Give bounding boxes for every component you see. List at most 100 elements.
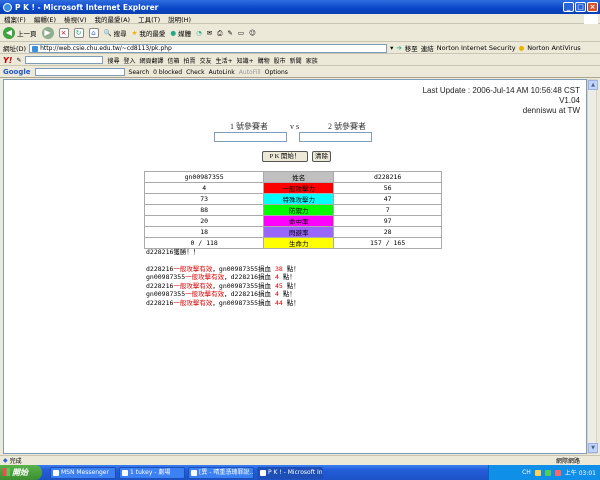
- table-row: 0 / 118 生命力 157 / 165: [143, 237, 442, 249]
- menu-help[interactable]: 說明(H): [168, 14, 191, 24]
- windows-logo-icon: [584, 14, 598, 24]
- stop-icon[interactable]: ×: [58, 28, 69, 38]
- yahoo-shopping[interactable]: 購物: [258, 56, 270, 65]
- norton-icon[interactable]: ●: [519, 44, 525, 52]
- stat-label-accuracy: 命中率: [263, 215, 335, 227]
- status-text: 完成: [9, 458, 22, 465]
- menu-view[interactable]: 檢視(V): [64, 14, 87, 24]
- refresh-icon[interactable]: ↻: [73, 28, 84, 38]
- norton-antivirus-label[interactable]: Norton AntiVirus: [527, 44, 580, 52]
- media-button[interactable]: ● 媒體: [170, 28, 191, 38]
- yahoo-search-button[interactable]: 搜尋: [107, 56, 119, 65]
- winner-text: d228216獲勝！！: [146, 248, 200, 256]
- google-search-input[interactable]: [34, 68, 125, 76]
- yahoo-stock[interactable]: 股市: [274, 56, 286, 65]
- damage-label: 損血: [258, 264, 272, 273]
- player2-name: d228216: [333, 171, 442, 183]
- yahoo-life[interactable]: 生活+: [216, 56, 233, 65]
- player1-input[interactable]: [214, 132, 287, 142]
- language-indicator[interactable]: CH: [522, 469, 531, 476]
- player2-input[interactable]: [299, 132, 372, 142]
- damage-value: 44: [274, 298, 283, 307]
- favorites-button[interactable]: ★ 我的最愛: [132, 28, 166, 38]
- page-icon: ◆: [3, 457, 8, 464]
- pencil-icon[interactable]: ✎: [16, 57, 21, 64]
- mail-icon[interactable]: ✉: [207, 29, 212, 37]
- google-autolink-button[interactable]: AutoLink: [209, 69, 235, 76]
- menu-edit[interactable]: 編輯(E): [34, 14, 56, 24]
- damage-label: 損血: [258, 298, 272, 307]
- scroll-down-icon[interactable]: ▼: [588, 443, 598, 453]
- yahoo-auction[interactable]: 拍賣: [184, 56, 196, 65]
- last-update-text: Last Update : 2006-Jul-14 AM 10:56:48 CS…: [422, 86, 580, 95]
- clear-button[interactable]: 清除: [312, 151, 331, 162]
- menu-file[interactable]: 檔案(F): [4, 14, 26, 24]
- address-label: 網址(D): [3, 45, 27, 53]
- yahoo-dating[interactable]: 交友: [200, 56, 212, 65]
- vertical-scrollbar[interactable]: ▲ ▼: [587, 79, 598, 454]
- taskbar: 開始 MSN Messenger 1 tukey - 劇場 [異 - 晴重憑瑰罪…: [0, 465, 600, 480]
- links-label[interactable]: 連結: [421, 43, 434, 53]
- clock[interactable]: 上午 03:01: [565, 468, 596, 477]
- google-autofill-button[interactable]: AutoFill: [239, 69, 261, 76]
- print-icon[interactable]: ⎙: [217, 29, 222, 38]
- close-button[interactable]: ×: [587, 2, 598, 12]
- stat-label-attack: 一般攻擊力: [263, 182, 335, 194]
- home-icon[interactable]: ⌂: [88, 28, 99, 38]
- scroll-up-icon[interactable]: ▲: [588, 80, 598, 90]
- google-check-button[interactable]: Check: [186, 69, 204, 76]
- back-button[interactable]: ◀ 上一頁: [3, 27, 37, 39]
- dropdown-icon[interactable]: ▾: [390, 44, 393, 52]
- attacker: gn00987355: [146, 290, 186, 298]
- action: 一般攻擊有效: [173, 264, 213, 273]
- address-input[interactable]: http://web.csie.chu.edu.tw/~cd8113/pk.ph…: [29, 43, 388, 53]
- defender: gn00987355: [218, 281, 259, 290]
- log-line: d228216一般攻擊有效，gn00987355損血 38 點！: [146, 265, 300, 274]
- maximize-button[interactable]: □: [575, 2, 586, 12]
- task-chat[interactable]: [異 - 晴重憑瑰罪說…: [188, 466, 254, 479]
- google-options-button[interactable]: Options: [265, 69, 288, 76]
- pk-start-button[interactable]: P K 開始！: [262, 151, 308, 162]
- stat-label-special: 特殊攻擊力: [263, 193, 335, 205]
- yahoo-news[interactable]: 新聞: [290, 56, 302, 65]
- stat-label-evasion: 閃避率: [263, 226, 335, 238]
- search-button[interactable]: 🔍 搜尋: [104, 28, 127, 38]
- minimize-button[interactable]: _: [563, 2, 574, 12]
- history-icon[interactable]: ◔: [196, 29, 202, 37]
- stat-value-p2: 47: [333, 193, 442, 205]
- task-msn[interactable]: MSN Messenger: [50, 466, 116, 479]
- damage-value: 4: [274, 273, 279, 281]
- yahoo-search-input[interactable]: [25, 56, 104, 64]
- folder-icon[interactable]: ▭: [238, 29, 244, 37]
- go-button[interactable]: 移至: [405, 43, 418, 53]
- go-arrow-icon[interactable]: ➔: [396, 44, 401, 52]
- window-title: P K ! - Microsoft Internet Explorer: [15, 2, 159, 12]
- damage-value: 4: [274, 290, 279, 298]
- tray-icon[interactable]: [554, 469, 561, 476]
- attacker: gn00987355: [146, 273, 186, 281]
- tray-icon[interactable]: [534, 469, 541, 476]
- menu-favorites[interactable]: 我的最愛(A): [95, 14, 131, 24]
- messenger-icon[interactable]: ☺: [249, 29, 256, 37]
- yahoo-knowledge[interactable]: 知識+: [237, 56, 254, 65]
- norton-security-label[interactable]: Norton Internet Security: [437, 44, 516, 52]
- tray-icon[interactable]: [544, 469, 551, 476]
- table-header-row: gn00987355 姓名 d228216: [143, 171, 442, 183]
- log-line: gn00987355一般攻擊有效，d228216損血 4 點！: [146, 290, 300, 299]
- damage-value: 45: [274, 281, 283, 290]
- google-search-button[interactable]: Search: [129, 69, 150, 76]
- start-button[interactable]: 開始: [0, 465, 42, 480]
- task-ie-pk[interactable]: P K ! - Microsoft Int…: [257, 466, 323, 479]
- google-blocked-button[interactable]: 0 blocked: [153, 69, 182, 76]
- yahoo-translate[interactable]: 網頁翻譯: [140, 56, 164, 65]
- action: 一般攻擊有效: [173, 281, 213, 290]
- yahoo-group[interactable]: 家族: [306, 56, 318, 65]
- log-line: d228216一般攻擊有效，gn00987355損血 45 點！: [146, 282, 300, 291]
- yahoo-signin-button[interactable]: 登入: [124, 56, 136, 65]
- forward-arrow-icon[interactable]: ▶: [41, 27, 54, 39]
- task-tukey[interactable]: 1 tukey - 劇場: [119, 466, 185, 479]
- edit-icon[interactable]: ✎: [227, 29, 232, 37]
- google-logo: Google: [3, 68, 31, 76]
- menu-tools[interactable]: 工具(T): [138, 14, 160, 24]
- yahoo-mail[interactable]: 信箱: [168, 56, 180, 65]
